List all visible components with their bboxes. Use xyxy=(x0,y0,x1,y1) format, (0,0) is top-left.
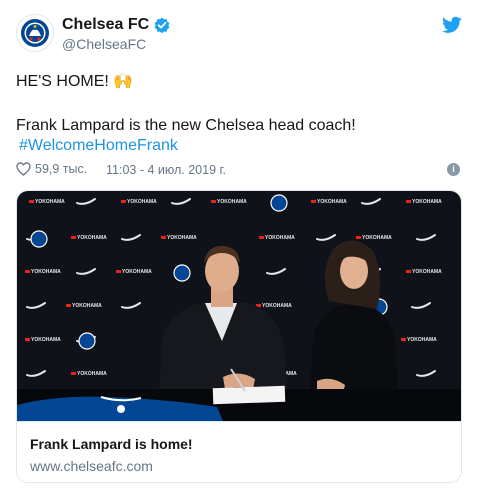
svg-text:YOKOHAMA: YOKOHAMA xyxy=(412,199,442,205)
svg-text:YOKOHAMA: YOKOHAMA xyxy=(127,199,157,205)
tweet-text-line2: Frank Lampard is the new Chelsea head co… xyxy=(16,117,356,134)
svg-text:YOKOHAMA: YOKOHAMA xyxy=(35,199,65,205)
card-title[interactable]: Frank Lampard is home! xyxy=(30,436,193,452)
svg-text:YOKOHAMA: YOKOHAMA xyxy=(31,337,61,343)
chelsea-crest-icon xyxy=(21,19,49,47)
card-photo: YOKOHAMA YOKOHAMA YOKOHAMA YOKOHAMA YOKOHAMA… xyxy=(17,191,461,421)
svg-text:YOKOHAMA: YOKOHAMA xyxy=(407,337,437,343)
svg-text:YOKOHAMA: YOKOHAMA xyxy=(412,269,442,275)
document xyxy=(212,385,286,405)
card-info[interactable]: Frank Lampard is home! www.chelseafc.com xyxy=(17,421,461,482)
tweet-text-line1: HE'S HOME! 🙌 xyxy=(16,73,134,90)
svg-text:YOKOHAMA: YOKOHAMA xyxy=(72,303,102,309)
name-row: Chelsea FC xyxy=(62,16,170,34)
svg-text:YOKOHAMA: YOKOHAMA xyxy=(167,235,197,241)
info-icon[interactable]: i xyxy=(447,163,460,176)
svg-text:YOKOHAMA: YOKOHAMA xyxy=(265,235,295,241)
svg-text:YOKOHAMA: YOKOHAMA xyxy=(122,269,152,275)
tweet-embed: Chelsea FC @ChelseaFC HE'S HOME! 🙌 Frank… xyxy=(0,0,478,493)
tweet-header: Chelsea FC @ChelseaFC xyxy=(16,14,462,54)
account-handle[interactable]: @ChelseaFC xyxy=(62,36,146,52)
svg-text:YOKOHAMA: YOKOHAMA xyxy=(217,199,247,205)
svg-text:YOKOHAMA: YOKOHAMA xyxy=(77,371,107,377)
svg-text:YOKOHAMA: YOKOHAMA xyxy=(31,269,61,275)
twitter-bird-icon[interactable] xyxy=(442,16,462,34)
svg-text:YOKOHAMA: YOKOHAMA xyxy=(262,303,292,309)
svg-text:YOKOHAMA: YOKOHAMA xyxy=(317,199,347,205)
avatar[interactable] xyxy=(16,14,54,52)
link-card[interactable]: YOKOHAMA YOKOHAMA YOKOHAMA YOKOHAMA YOKOHAMA… xyxy=(16,190,462,483)
hashtag-link[interactable]: #WelcomeHomeFrank xyxy=(19,137,178,155)
like-count: 59,9 тыс. xyxy=(35,162,88,176)
svg-text:YOKOHAMA: YOKOHAMA xyxy=(77,235,107,241)
heart-icon xyxy=(16,162,31,176)
verified-badge-icon xyxy=(154,17,170,33)
tweet-timestamp[interactable]: 11:03 - 4 июл. 2019 г. xyxy=(106,163,226,177)
svg-text:YOKOHAMA: YOKOHAMA xyxy=(362,235,392,241)
like-button[interactable]: 59,9 тыс. xyxy=(16,162,87,176)
card-url[interactable]: www.chelseafc.com xyxy=(30,458,153,474)
display-name[interactable]: Chelsea FC xyxy=(62,16,149,34)
tweet-meta: 59,9 тыс. 11:03 - 4 июл. 2019 г. i xyxy=(16,162,462,180)
